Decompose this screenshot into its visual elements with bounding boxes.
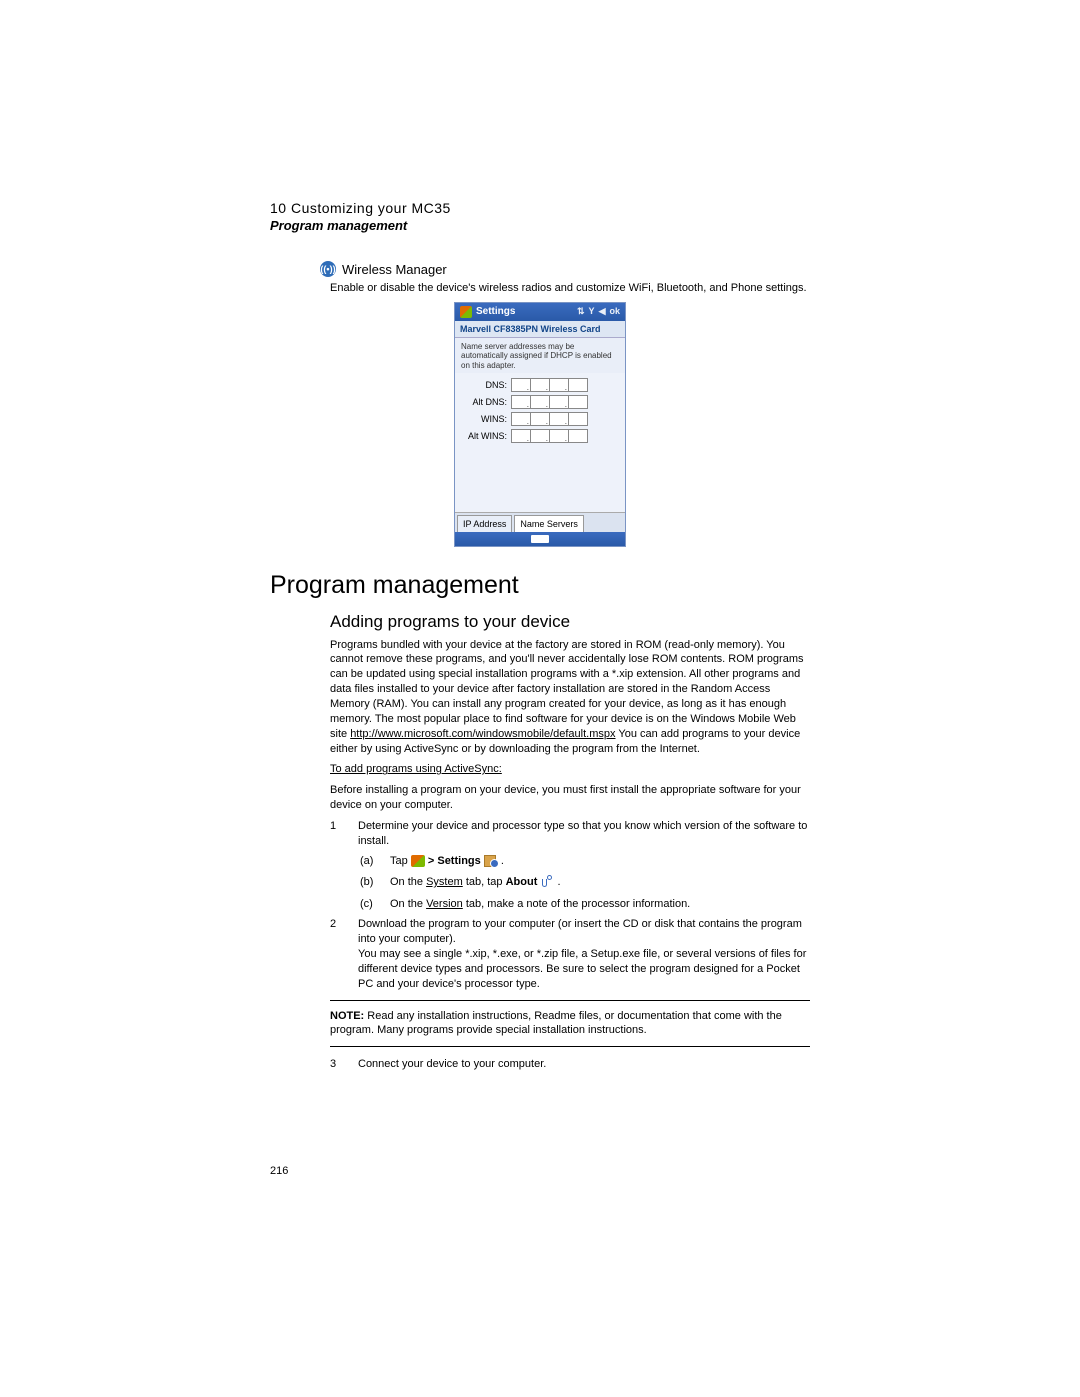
wireless-manager-heading: Wireless Manager bbox=[342, 262, 447, 277]
alt-dns-row: Alt DNS: bbox=[461, 395, 619, 409]
page-number: 216 bbox=[270, 1165, 288, 1177]
chapter-header: 10 Customizing your MC35 bbox=[270, 200, 810, 216]
step-1b-about: About bbox=[506, 876, 538, 888]
signal-icon: ⇅ bbox=[577, 306, 585, 317]
dns-row: DNS: bbox=[461, 378, 619, 392]
note-block: NOTE: Read any installation instructions… bbox=[330, 1009, 810, 1039]
alt-dns-input bbox=[511, 395, 588, 409]
ok-icon: ok bbox=[609, 306, 620, 317]
step-2: 2 Download the program to your computer … bbox=[330, 917, 810, 991]
document-page: 10 Customizing your MC35 Program managem… bbox=[0, 0, 1080, 1397]
tab-ip-address: IP Address bbox=[457, 515, 512, 532]
note-separator-top bbox=[330, 1000, 810, 1001]
step-2-marker: 2 bbox=[330, 917, 344, 991]
settings-icon bbox=[484, 855, 498, 867]
activesync-heading: To add programs using ActiveSync: bbox=[330, 762, 810, 777]
alt-dns-label: Alt DNS: bbox=[461, 397, 511, 407]
step-1b-marker: (b) bbox=[360, 874, 380, 892]
step-2-para: You may see a single *.xip, *.exe, or *.… bbox=[358, 948, 806, 990]
step-3: 3 Connect your device to your computer. bbox=[330, 1057, 810, 1072]
wireless-icon: ((•)) bbox=[320, 261, 336, 277]
alt-wins-row: Alt WINS: bbox=[461, 429, 619, 443]
intro-link: http://www.microsoft.com/windowsmobile/d… bbox=[350, 728, 615, 740]
note-separator-bottom bbox=[330, 1046, 810, 1047]
screenshot-form: DNS: Alt DNS: WINS: Alt WINS: bbox=[455, 373, 625, 456]
screenshot-title: Settings bbox=[476, 306, 515, 317]
screenshot-hint: Name server addresses may be automatical… bbox=[455, 338, 625, 373]
step-1a-settings: > Settings bbox=[428, 855, 481, 867]
note-text: Read any installation instructions, Read… bbox=[330, 1010, 782, 1037]
step-1-marker: 1 bbox=[330, 819, 344, 849]
screenshot-card-title: Marvell CF8385PN Wireless Card bbox=[455, 321, 625, 338]
screenshot-tabs: IP Address Name Servers bbox=[455, 512, 625, 532]
wins-row: WINS: bbox=[461, 412, 619, 426]
step-1b-system: System bbox=[426, 876, 463, 888]
step-1b-body: On the System tab, tap About . bbox=[390, 874, 561, 892]
antenna-icon: Y bbox=[589, 306, 595, 317]
step-3-text: Connect your device to your computer. bbox=[358, 1057, 810, 1072]
subsection-heading: Adding programs to your device bbox=[330, 612, 810, 632]
keyboard-icon bbox=[531, 535, 549, 543]
step-3-marker: 3 bbox=[330, 1057, 344, 1072]
note-label: NOTE: bbox=[330, 1010, 364, 1022]
screenshot-spacer bbox=[455, 456, 625, 512]
step-1c-pre: On the bbox=[390, 898, 426, 910]
start-flag-icon bbox=[460, 306, 472, 318]
step-1b-mid: tab, tap bbox=[466, 876, 506, 888]
step-1a-tap: Tap bbox=[390, 855, 408, 867]
step-1b-period: . bbox=[557, 876, 560, 888]
wireless-manager-desc: Enable or disable the device's wireless … bbox=[330, 281, 810, 296]
step-2-body: Download the program to your computer (o… bbox=[358, 917, 810, 991]
volume-icon: ◀ bbox=[599, 306, 606, 317]
intro-paragraph: Programs bundled with your device at the… bbox=[330, 638, 810, 757]
wireless-manager-heading-row: ((•)) Wireless Manager bbox=[320, 261, 810, 277]
start-icon bbox=[411, 855, 425, 867]
dns-input bbox=[511, 378, 588, 392]
intro-text: Programs bundled with your device at the… bbox=[330, 639, 803, 740]
step-1a-body: Tap > Settings . bbox=[390, 853, 504, 871]
alt-wins-input bbox=[511, 429, 588, 443]
wins-label: WINS: bbox=[461, 414, 511, 424]
dns-label: DNS: bbox=[461, 380, 511, 390]
step-1c-marker: (c) bbox=[360, 896, 380, 914]
step-1b: (b) On the System tab, tap About . bbox=[360, 874, 810, 892]
tab-name-servers: Name Servers bbox=[514, 515, 584, 532]
step-2-text: Download the program to your computer (o… bbox=[358, 918, 802, 945]
step-1c: (c) On the Version tab, make a note of t… bbox=[360, 896, 810, 914]
step-1-text: Determine your device and processor type… bbox=[358, 819, 810, 849]
section-heading: Program management bbox=[270, 571, 810, 600]
device-screenshot: Settings ⇅ Y ◀ ok Marvell CF8385PN Wirel… bbox=[454, 302, 626, 547]
status-icons: ⇅ Y ◀ ok bbox=[577, 306, 620, 317]
step-1c-tail: tab, make a note of the processor inform… bbox=[466, 898, 690, 910]
step-1a: (a) Tap > Settings . bbox=[360, 853, 810, 871]
screenshot-titlebar: Settings ⇅ Y ◀ ok bbox=[455, 303, 625, 321]
wins-input bbox=[511, 412, 588, 426]
step-1c-version: Version bbox=[426, 898, 463, 910]
step-1c-body: On the Version tab, make a note of the p… bbox=[390, 896, 690, 914]
alt-wins-label: Alt WINS: bbox=[461, 431, 511, 441]
step-1a-period: . bbox=[501, 855, 504, 867]
step-1a-marker: (a) bbox=[360, 853, 380, 871]
activesync-intro: Before installing a program on your devi… bbox=[330, 783, 810, 813]
screenshot-bottombar bbox=[455, 532, 625, 546]
about-icon bbox=[540, 875, 554, 889]
step-1b-pre: On the bbox=[390, 876, 426, 888]
step-1: 1 Determine your device and processor ty… bbox=[330, 819, 810, 849]
section-header: Program management bbox=[270, 218, 810, 233]
